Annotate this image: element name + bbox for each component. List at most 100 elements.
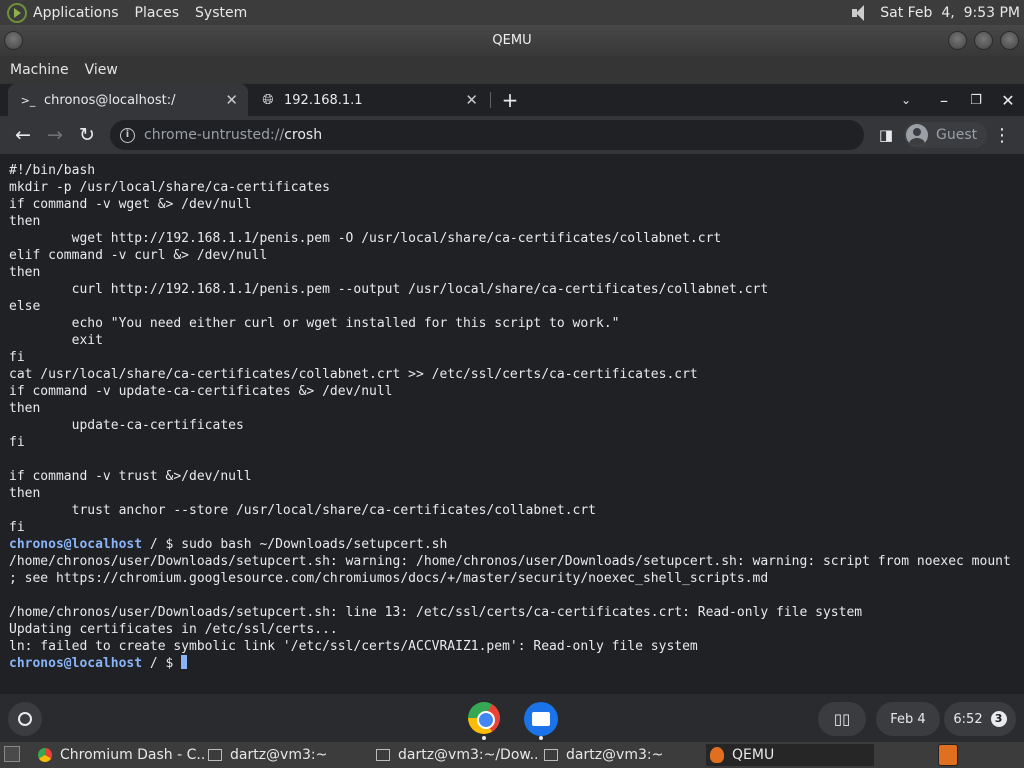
task-terminal-1[interactable]: dartz@vm3:~: [204, 744, 370, 766]
terminal-text: fi: [9, 435, 25, 450]
terminal-text: / $ sudo bash ~/Downloads/setupcert.sh: [142, 537, 448, 552]
terminal-text: then: [9, 214, 41, 229]
qemu-menubar: Machine View: [0, 56, 1024, 84]
terminal-line: ​: [9, 451, 1024, 468]
tab-label: 192.168.1.1: [284, 92, 363, 108]
terminal-text: ln: failed to create symbolic link '/etc…: [9, 639, 698, 654]
qemu-window-titlebar[interactable]: QEMU: [0, 25, 1024, 56]
terminal-icon: [208, 749, 222, 761]
close-tab-icon[interactable]: ✕: [225, 91, 238, 109]
terminal-line: else: [9, 298, 1024, 315]
terminal-line: mkdir -p /usr/local/share/ca-certificate…: [9, 179, 1024, 196]
minimize-icon[interactable]: –: [932, 84, 956, 116]
terminal-line: cat /usr/local/share/ca-certificates/col…: [9, 366, 1024, 383]
task-label: dartz@vm3:~: [566, 747, 664, 763]
kebab-menu-icon[interactable]: ⋮: [992, 116, 1012, 154]
terminal-text: fi: [9, 520, 25, 535]
reload-icon[interactable]: ↻: [74, 116, 100, 154]
site-info-icon[interactable]: i: [120, 127, 135, 143]
menu-applications[interactable]: Applications: [33, 5, 119, 21]
terminal-text: else: [9, 299, 41, 314]
side-panel-icon[interactable]: ◨: [874, 116, 898, 154]
terminal-text: #!/bin/bash: [9, 163, 96, 178]
qemu-tray-icon[interactable]: [938, 744, 958, 766]
chrome-app-icon[interactable]: [468, 702, 500, 734]
tab-router[interactable]: 🌐︎ 192.168.1.1 ✕: [248, 84, 488, 116]
terminal-text: trust anchor --store /usr/local/share/ca…: [9, 503, 596, 518]
menu-view[interactable]: View: [85, 62, 118, 78]
terminal-line: if command -v wget &> /dev/null: [9, 196, 1024, 213]
terminal-text: then: [9, 401, 41, 416]
shelf-time: 6:52: [953, 711, 983, 727]
terminal-text: exit: [9, 333, 103, 348]
applications-logo-icon[interactable]: [7, 2, 27, 23]
terminal-line: ​: [9, 587, 1024, 604]
terminal-icon: [376, 749, 390, 761]
back-icon[interactable]: ←: [10, 116, 36, 154]
chromium-icon: [38, 748, 52, 762]
running-indicator: [482, 736, 486, 740]
running-indicator: [539, 736, 543, 740]
close-icon[interactable]: ✕: [996, 84, 1020, 116]
window-menu-button[interactable]: [4, 31, 23, 50]
task-label: Chromium Dash - C...: [60, 747, 204, 763]
terminal-text: /home/chronos/user/Downloads/setupcert.s…: [9, 554, 1011, 569]
volume-icon[interactable]: [852, 4, 870, 21]
terminal-line: then: [9, 400, 1024, 417]
show-desktop-button[interactable]: [4, 746, 20, 762]
url-host: crosh: [284, 127, 323, 143]
tab-crosh[interactable]: >_ chronos@localhost:/ ✕: [8, 84, 248, 116]
restore-icon[interactable]: ❐: [964, 84, 988, 116]
launcher-button[interactable]: [8, 702, 42, 736]
terminal-line: #!/bin/bash: [9, 162, 1024, 179]
gnome-taskbar: Chromium Dash - C... dartz@vm3:~ dartz@v…: [0, 742, 1024, 768]
task-qemu[interactable]: QEMU: [706, 744, 874, 766]
chrome-tabstrip: >_ chronos@localhost:/ ✕ 🌐︎ 192.168.1.1 …: [0, 84, 1024, 116]
minimize-button[interactable]: [948, 31, 967, 50]
files-app-icon[interactable]: [524, 702, 558, 736]
holding-space-icon[interactable]: ▯▯: [818, 702, 866, 736]
new-tab-button[interactable]: +: [498, 84, 522, 116]
forward-icon[interactable]: →: [42, 116, 68, 154]
terminal-line: then: [9, 213, 1024, 230]
terminal-line: if command -v trust &>/dev/null: [9, 468, 1024, 485]
task-chromium-dash[interactable]: Chromium Dash - C...: [34, 744, 204, 766]
chromeos-shelf: ▯▯ Feb 4 6:52 3: [0, 694, 1024, 742]
gnome-top-panel: Applications Places System Sat Feb 4, 9:…: [0, 0, 1024, 25]
terminal-line: then: [9, 264, 1024, 281]
terminal-text: Updating certificates in /etc/ssl/certs.…: [9, 622, 338, 637]
terminal-line: Updating certificates in /etc/ssl/certs.…: [9, 621, 1024, 638]
terminal-line: ln: failed to create symbolic link '/etc…: [9, 638, 1024, 655]
panel-clock[interactable]: Sat Feb 4, 9:53 PM: [880, 5, 1020, 21]
terminal-prompt-line: chronos@localhost / $ sudo bash ~/Downlo…: [9, 536, 1024, 553]
menu-places[interactable]: Places: [135, 5, 180, 21]
terminal-text: then: [9, 265, 41, 280]
tab-search-icon[interactable]: ⌄: [894, 84, 918, 116]
terminal-text: echo "You need either curl or wget insta…: [9, 316, 620, 331]
terminal-text: if command -v trust &>/dev/null: [9, 469, 252, 484]
task-terminal-3[interactable]: dartz@vm3:~: [540, 744, 706, 766]
task-label: dartz@vm3:~/Dow...: [398, 747, 538, 763]
task-terminal-2[interactable]: dartz@vm3:~/Dow...: [372, 744, 538, 766]
crosh-terminal[interactable]: #!/bin/bash mkdir -p /usr/local/share/ca-…: [0, 154, 1024, 694]
terminal-line: if command -v update-ca-certificates &> …: [9, 383, 1024, 400]
terminal-text: if command -v update-ca-certificates &> …: [9, 384, 393, 399]
close-tab-icon[interactable]: ✕: [465, 91, 478, 109]
profile-button[interactable]: Guest: [904, 122, 988, 148]
menu-machine[interactable]: Machine: [10, 62, 69, 78]
terminal-cursor: [181, 655, 188, 669]
terminal-prompt-line: chronos@localhost / $: [9, 655, 1024, 672]
terminal-text: elif command -v curl &> /dev/null: [9, 248, 268, 263]
address-bar[interactable]: i chrome-untrusted://crosh: [110, 120, 864, 150]
notification-badge: 3: [990, 711, 1007, 727]
shelf-date[interactable]: Feb 4: [876, 702, 940, 736]
terminal-text: cat /usr/local/share/ca-certificates/col…: [9, 367, 698, 382]
globe-icon: 🌐︎: [262, 92, 274, 108]
url-scheme: chrome-untrusted://: [144, 127, 285, 143]
terminal-text: / $: [142, 656, 182, 671]
menu-system[interactable]: System: [195, 5, 247, 21]
maximize-button[interactable]: [974, 31, 993, 50]
status-tray[interactable]: 6:52 3: [944, 702, 1016, 736]
close-window-button[interactable]: [1000, 31, 1019, 50]
terminal-line: ; see https://chromium.googlesource.com/…: [9, 570, 1024, 587]
